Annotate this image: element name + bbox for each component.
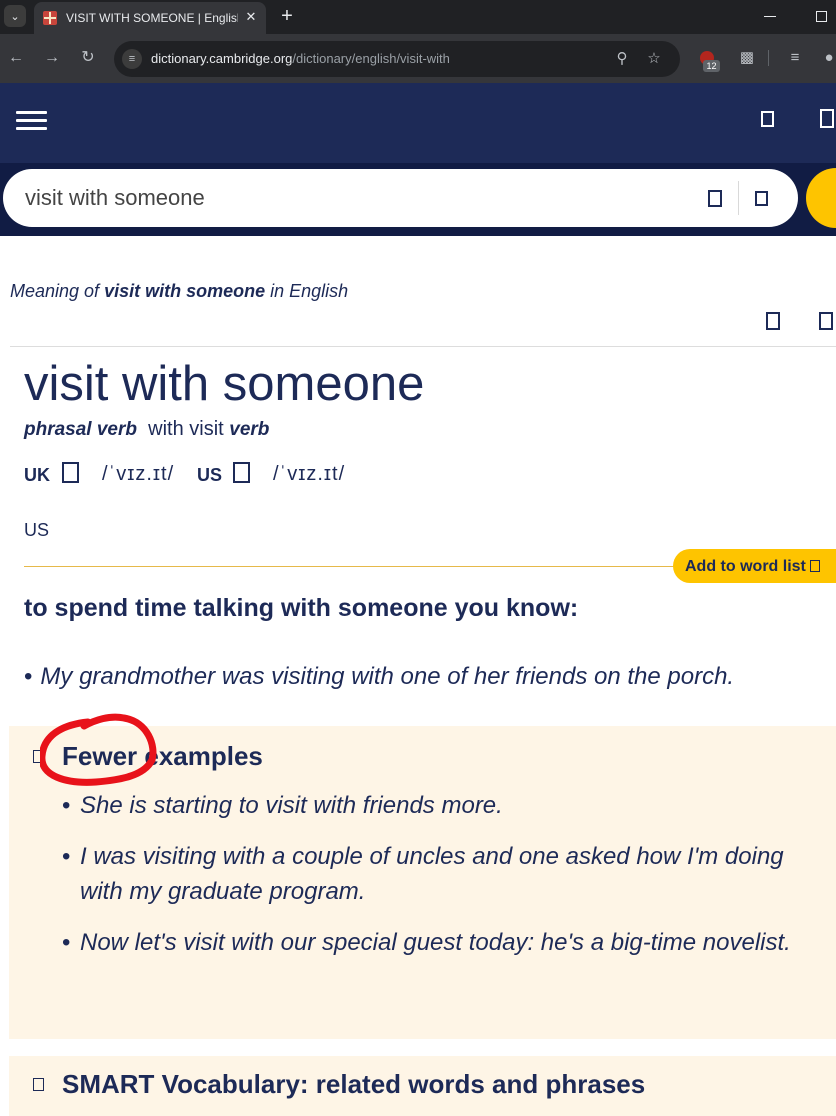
uk-ipa: /ˈvɪz.ɪt/ [102,463,175,485]
bullet-icon: • [24,663,33,690]
meaning-term: visit with someone [104,281,266,301]
forward-arrow-icon[interactable]: → [42,48,62,68]
meaning-suffix: in English [265,281,349,301]
headword: visit with someone [24,357,425,411]
entry-divider [10,346,836,347]
extensions-puzzle-icon[interactable]: ▩ [736,47,758,69]
search-button[interactable] [806,168,836,228]
reload-icon[interactable]: ↻ [78,48,98,68]
url-host: dictionary.cambridge.org [151,51,293,66]
search-bar-band [0,163,836,236]
region-label: US [24,520,50,540]
more-tools-icon[interactable] [819,312,833,330]
browser-tab-active[interactable]: VISIT WITH SOMEONE | English ✕ [34,2,266,34]
example-text: My grandmother was visiting with one of … [40,663,735,690]
meaning-of-line: Meaning of visit with someone in English [10,281,348,302]
fewer-examples-toggle[interactable]: Fewer examples [62,741,263,772]
smart-vocabulary-toggle[interactable]: SMART Vocabulary: related words and phra… [62,1069,645,1100]
window-maximize-icon[interactable] [816,11,827,22]
tab-title: VISIT WITH SOMEONE | English [66,11,238,25]
related-text: with visit [148,418,224,440]
address-bar[interactable]: ≡ dictionary.cambridge.org/dictionary/en… [114,41,680,77]
add-to-word-list-label: Add to word list [685,558,806,575]
definition: to spend time talking with someone you k… [24,594,579,622]
collapse-toggle-icon[interactable] [33,750,44,763]
browser-tabstrip: ⌄ VISIT WITH SOMEONE | English ✕ + [0,0,836,34]
reading-list-icon[interactable]: ≡ [784,47,806,69]
new-tab-plus-icon[interactable]: + [276,6,298,28]
hamburger-menu-icon[interactable] [16,108,48,132]
url-path: /dictionary/english/visit-with [292,51,450,66]
uk-audio-speaker-icon[interactable] [62,462,79,483]
add-to-word-list-button[interactable]: Add to word list [673,549,836,583]
list-item: Now let's visit with our special guest t… [62,925,792,960]
list-item: I was visiting with a couple of uncles a… [62,839,792,909]
cambridge-favicon-icon [43,11,57,25]
back-arrow-icon[interactable]: ← [6,48,26,68]
dictionary-select-icon[interactable] [755,191,768,206]
window-minimize-icon[interactable] [764,16,776,17]
url-text[interactable]: dictionary.cambridge.org/dictionary/engl… [151,51,450,66]
us-ipa: /ˈvɪz.ɪt/ [273,463,346,485]
site-settings-icon[interactable]: ≡ [122,49,142,69]
us-audio-speaker-icon[interactable] [233,462,250,483]
clear-search-icon[interactable] [708,190,722,207]
more-examples-list: She is starting to visit with friends mo… [62,788,792,976]
word-list-icon[interactable] [820,109,834,128]
meaning-prefix: Meaning of [10,281,105,301]
site-header [0,83,836,163]
us-label: US [197,465,223,485]
zoom-icon[interactable]: ⚲ [612,49,632,69]
part-of-speech: phrasal verb [24,419,137,440]
part-of-speech-line: phrasal verb with visit verb [24,418,269,441]
tab-search-chevron-down-icon[interactable]: ⌄ [4,5,26,27]
smart-vocabulary-panel: SMART Vocabulary: related words and phra… [9,1056,836,1116]
bookmark-star-icon[interactable]: ☆ [644,49,664,69]
expand-toggle-icon[interactable] [33,1078,44,1091]
example-sentence: • My grandmother was visiting with one of… [24,663,734,691]
more-examples-panel: Fewer examples She is starting to visit … [9,726,836,1039]
related-pos: verb [229,419,270,440]
list-item: She is starting to visit with friends mo… [62,788,792,823]
uk-label: UK [24,465,50,485]
account-icon[interactable] [761,111,774,127]
add-icon [809,560,820,572]
search-box [3,169,798,227]
search-input[interactable] [25,183,625,213]
profile-avatar-icon[interactable]: ● [818,47,836,69]
share-icon[interactable] [766,312,780,330]
toolbar-separator [768,50,769,66]
extension-badge: 12 [703,60,720,72]
search-separator [738,181,739,215]
tab-close-icon[interactable]: ✕ [242,8,260,26]
